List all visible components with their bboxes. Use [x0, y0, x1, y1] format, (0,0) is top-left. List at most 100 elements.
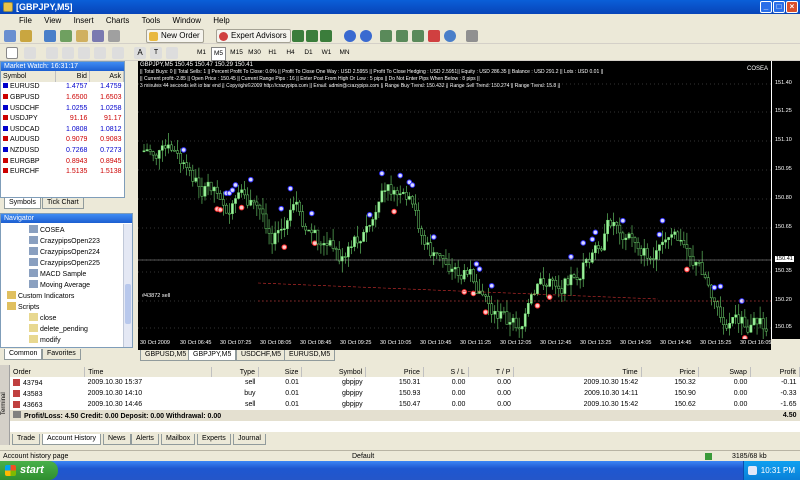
- timeframe-m30[interactable]: M30: [247, 47, 262, 59]
- navigator-script-item[interactable]: close: [29, 313, 56, 324]
- navigator-scroll-thumb[interactable]: [125, 284, 131, 324]
- tab-journal[interactable]: Journal: [233, 434, 266, 445]
- new-order-button[interactable]: New Order: [146, 29, 204, 43]
- channel-icon[interactable]: [94, 47, 106, 59]
- navigator-custom-indicators[interactable]: Custom Indicators: [7, 291, 74, 302]
- menu-charts[interactable]: Charts: [101, 14, 135, 28]
- price-chart[interactable]: GBPJPY,M5 150.45 150.47 150.29 150.41 ||…: [138, 61, 771, 339]
- maximize-button[interactable]: □: [773, 1, 785, 13]
- line-chart-icon[interactable]: [320, 30, 332, 42]
- navigator-scripts[interactable]: Scripts: [7, 302, 39, 313]
- menu-tools[interactable]: Tools: [137, 14, 166, 28]
- tab-account-history[interactable]: Account History: [42, 434, 102, 445]
- timeframe-m1[interactable]: M1: [194, 47, 209, 59]
- history-column[interactable]: Symbol: [301, 367, 367, 377]
- history-row[interactable]: 43583 2009.10.30 14:10 buy 0.01 gbpjpy 150.93…: [10, 388, 800, 399]
- market-watch-row[interactable]: EURCHF 1.5135 1.5138: [1, 166, 124, 177]
- market-watch-row[interactable]: EURGBP 0.8943 0.8945: [1, 156, 124, 167]
- tab-alerts[interactable]: Alerts: [131, 434, 159, 445]
- navigator-item[interactable]: CrazypipsOpen225: [29, 258, 100, 269]
- market-watch-row[interactable]: AUDUSD 0.9079 0.9083: [1, 135, 124, 146]
- tab-favorites[interactable]: Favorites: [42, 349, 81, 360]
- arrows-icon[interactable]: [166, 47, 178, 59]
- navigator-item[interactable]: CrazypipsOpen223: [29, 236, 100, 247]
- data-window-icon[interactable]: [60, 30, 72, 42]
- zoom-in-icon[interactable]: [344, 30, 356, 42]
- indicators-icon[interactable]: [428, 30, 440, 42]
- history-column[interactable]: Order: [10, 367, 86, 377]
- navigator-script-item[interactable]: modify: [29, 335, 61, 346]
- history-column[interactable]: S / L: [423, 367, 469, 377]
- tab-symbols[interactable]: Symbols: [4, 198, 41, 209]
- start-button[interactable]: start: [0, 461, 58, 480]
- text-icon[interactable]: A: [134, 47, 146, 59]
- network-icon[interactable]: [748, 466, 757, 475]
- timeframe-w1[interactable]: W1: [319, 47, 334, 59]
- history-column[interactable]: Price: [641, 367, 700, 377]
- tab-common[interactable]: Common: [4, 349, 43, 360]
- tab-experts[interactable]: Experts: [197, 434, 231, 445]
- history-column[interactable]: Size: [258, 367, 303, 377]
- history-column[interactable]: T / P: [468, 367, 515, 377]
- timeframe-m5[interactable]: M5: [211, 47, 226, 61]
- crosshair-icon[interactable]: [24, 47, 36, 59]
- cursor-icon[interactable]: [6, 47, 18, 59]
- market-watch-row[interactable]: EURUSD 1.4757 1.4759: [1, 82, 124, 93]
- chart-tab-usdchf[interactable]: USDCHF,M5: [236, 350, 287, 361]
- timeframe-h4[interactable]: H4: [283, 47, 298, 59]
- tab-news[interactable]: News: [103, 434, 131, 445]
- timeframe-d1[interactable]: D1: [301, 47, 316, 59]
- tile-windows-icon[interactable]: [380, 30, 392, 42]
- bar-chart-icon[interactable]: [292, 30, 304, 42]
- minimize-button[interactable]: _: [760, 1, 772, 13]
- autoscroll-icon[interactable]: [412, 30, 424, 42]
- horizontal-line-icon[interactable]: [62, 47, 74, 59]
- menu-file[interactable]: File: [14, 14, 37, 28]
- terminal-icon[interactable]: [92, 30, 104, 42]
- strategy-tester-icon[interactable]: [108, 30, 120, 42]
- history-column[interactable]: Time: [513, 367, 642, 377]
- navigator-item[interactable]: CrazypipsOpen224: [29, 247, 100, 258]
- history-column[interactable]: Type: [211, 367, 259, 377]
- chart-tab-gbpusd[interactable]: GBPUSD,M5: [140, 350, 192, 361]
- column-bid[interactable]: Bid: [55, 71, 90, 82]
- history-column[interactable]: Time: [84, 367, 213, 377]
- templates-icon[interactable]: [466, 30, 478, 42]
- history-row[interactable]: 43663 2009.10.30 14:46 sell 0.01 gbpjpy 150.4…: [10, 399, 800, 410]
- history-column[interactable]: Profit: [750, 367, 800, 377]
- navigator-item[interactable]: MACD Sample: [29, 269, 86, 280]
- market-watch-row[interactable]: USDCHF 1.0255 1.0258: [1, 103, 124, 114]
- tab-mailbox[interactable]: Mailbox: [161, 434, 196, 445]
- menu-window[interactable]: Window: [168, 14, 206, 28]
- history-row[interactable]: 43794 2009.10.30 15:37 sell 0.01 gbpjpy 150.3…: [10, 377, 800, 388]
- column-ask[interactable]: Ask: [89, 71, 125, 82]
- candlestick-icon[interactable]: [306, 30, 318, 42]
- menu-help[interactable]: Help: [208, 14, 234, 28]
- timeframe-m15[interactable]: M15: [229, 47, 244, 59]
- column-symbol[interactable]: Symbol: [1, 71, 56, 82]
- history-column[interactable]: Swap: [698, 367, 751, 377]
- market-watch-icon[interactable]: [44, 30, 56, 42]
- navigator-icon[interactable]: [76, 30, 88, 42]
- history-column[interactable]: Price: [365, 367, 424, 377]
- chart-tab-gbpjpy[interactable]: GBPJPY,M5: [188, 350, 237, 361]
- market-watch-row[interactable]: GBPUSD 1.6500 1.6503: [1, 92, 124, 103]
- vertical-line-icon[interactable]: [46, 47, 58, 59]
- close-button[interactable]: ×: [786, 1, 798, 13]
- expert-advisors-button[interactable]: Expert Advisors: [216, 29, 291, 43]
- chart-shift-icon[interactable]: [396, 30, 408, 42]
- navigator-item[interactable]: Moving Average: [29, 280, 90, 291]
- navigator-scrollbar[interactable]: [123, 224, 132, 347]
- new-chart-icon[interactable]: [4, 30, 16, 42]
- trendline-icon[interactable]: [78, 47, 90, 59]
- periods-icon[interactable]: [444, 30, 456, 42]
- navigator-item[interactable]: COSEA: [29, 225, 65, 236]
- navigator-script-item[interactable]: delete_pending: [29, 324, 88, 335]
- timeframe-h1[interactable]: H1: [265, 47, 280, 59]
- tab-trade[interactable]: Trade: [12, 434, 41, 445]
- market-watch-row[interactable]: NZDUSD 0.7268 0.7273: [1, 145, 124, 156]
- text-label-icon[interactable]: T: [150, 47, 162, 59]
- profiles-icon[interactable]: [20, 30, 32, 42]
- menu-view[interactable]: View: [39, 14, 66, 28]
- market-watch-row[interactable]: USDCAD 1.0808 1.0812: [1, 124, 124, 135]
